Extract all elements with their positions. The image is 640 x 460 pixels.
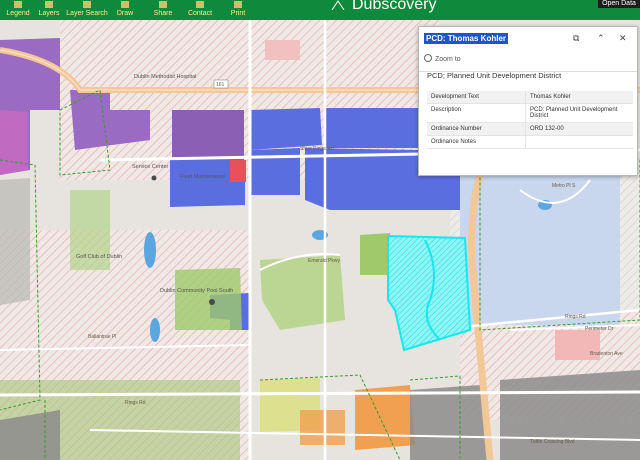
pool-marker-icon[interactable] (209, 299, 215, 305)
planned-development-2 (325, 108, 420, 148)
office-campus-east (460, 170, 620, 325)
layers-button[interactable]: Layers (31, 0, 67, 20)
service-center-marker-icon[interactable] (151, 175, 157, 181)
park-east (360, 233, 390, 275)
zoom-icon (424, 54, 432, 62)
contact-button[interactable]: Contact (182, 0, 218, 20)
hospital-label: Dublin Methodist Hospital (134, 74, 196, 80)
community-pool-label: Dublin Community Pool South (160, 288, 233, 294)
legend-icon (14, 1, 22, 8)
logo-icon (331, 0, 345, 10)
pond-1 (144, 232, 156, 268)
table-row: Ordinance Number ORD 132-00 (427, 122, 633, 136)
contact-label: Contact (187, 10, 213, 17)
tuttle-crossing-label: Tuttle Crossing Blvd (530, 439, 575, 445)
gray-zone-south (410, 385, 490, 460)
print-icon (234, 1, 242, 8)
open-data-button[interactable]: Open Data (598, 0, 640, 8)
attribute-value: PCD: Planned Unit Development District (525, 103, 633, 123)
legend-label: Legend (6, 10, 30, 17)
bradenton-ave-label: Bradenton Ave (590, 351, 623, 357)
layers-label: Layers (38, 10, 60, 17)
fleet-maintenance-parcel (230, 160, 246, 182)
selected-parcel-thomas-kohler[interactable] (387, 234, 472, 352)
commercial-parcel-south-2 (300, 410, 345, 445)
planned-development-1 (250, 108, 322, 150)
draw-button[interactable]: Draw (107, 0, 143, 20)
popup-heading: PCD; Planned Unit Development District (427, 71, 562, 80)
highway-161-shield-label: 161 (216, 82, 225, 88)
app-title: Dubscovery (352, 0, 437, 13)
print-label: Print (230, 10, 246, 17)
attribute-field: Ordinance Number (427, 122, 526, 136)
layers-icon (45, 1, 53, 8)
attribute-value: Thomas Kohler (525, 91, 633, 104)
collapse-icon[interactable]: ⌃ (597, 33, 605, 44)
gray-zone-west (0, 178, 30, 305)
search-icon (83, 1, 91, 8)
emerald-pkwy-label: Emerald Pkwy (308, 258, 340, 264)
rings-rd-west-label: Rings Rd (125, 400, 146, 406)
perimeter-dr-label: Perimeter Dr (585, 326, 614, 332)
share-label: Share (153, 10, 173, 17)
gray-zone-southeast (500, 370, 640, 460)
draw-icon (121, 1, 129, 8)
layer-search-button[interactable]: Layer Search (66, 0, 108, 20)
pond-2 (150, 318, 160, 342)
industrial-zone-west-light (0, 110, 28, 175)
attribute-field: Development Text (427, 91, 526, 104)
close-icon[interactable]: ✕ (619, 33, 627, 44)
share-button[interactable]: Share (145, 0, 181, 20)
rings-rd-label: Rings Rd (565, 314, 586, 320)
planned-development-6 (420, 170, 462, 210)
popup-title: PCD: Thomas Kohler (424, 33, 509, 44)
top-toolbar: Legend Layers Layer Search Draw Share Co… (0, 0, 640, 20)
ballantrae-label: Ballantrae Pl (88, 334, 116, 340)
metro-pl-label: Metro Pl S (552, 183, 576, 189)
layer-search-label: Layer Search (66, 10, 108, 17)
service-center-label: Service Center (132, 164, 169, 170)
contact-icon (196, 1, 204, 8)
feature-popup: PCD: Thomas Kohler ⧉ ⌃ ✕ Zoom to PCD; Pl… (418, 26, 638, 176)
draw-label: Draw (116, 10, 134, 17)
attribute-field: Description (427, 103, 526, 123)
table-row: Ordinance Notes (427, 135, 633, 149)
attribute-value (525, 135, 633, 149)
park-community-pool (175, 268, 242, 330)
share-icon (159, 1, 167, 8)
shier-rings-label: Shier Rings Rd (300, 146, 334, 152)
print-button[interactable]: Print (220, 0, 256, 20)
attribute-table: Development Text Thomas Kohler Descripti… (427, 91, 633, 149)
zoom-to-button[interactable]: Zoom to (424, 54, 461, 63)
attribute-value: ORD 132-00 (525, 122, 633, 136)
table-row: Description PCD: Planned Unit Developmen… (427, 103, 633, 123)
attribute-field: Ordinance Notes (427, 135, 526, 149)
fleet-maintenance-label: Fleet Maintenance (180, 174, 225, 180)
golf-club-label: Golf Club of Dublin (76, 254, 122, 260)
pink-parcel-north (265, 40, 300, 60)
dock-icon[interactable]: ⧉ (573, 33, 579, 44)
table-row: Development Text Thomas Kohler (427, 91, 633, 104)
zoom-to-label: Zoom to (435, 56, 461, 63)
industrial-zone-east (172, 110, 244, 160)
